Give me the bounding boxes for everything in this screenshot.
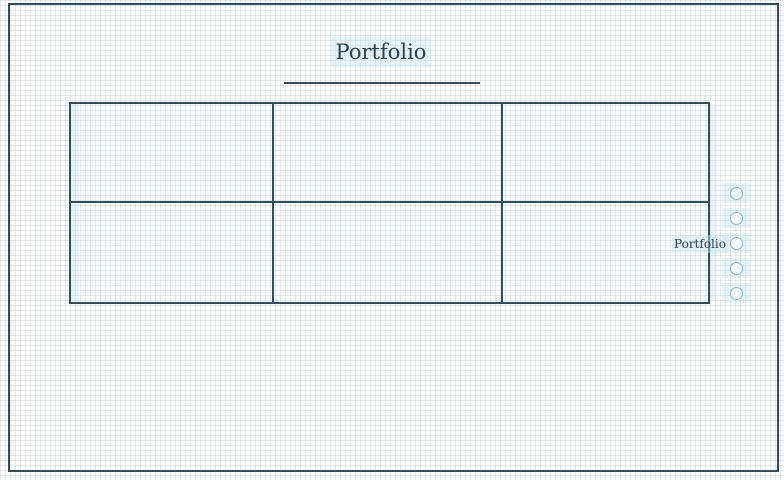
portfolio-cell[interactable] [274,203,503,302]
portfolio-cell[interactable] [71,104,274,203]
pager-dot-slot [722,183,750,203]
title-underline [284,82,480,84]
pager-dot[interactable] [729,286,743,300]
pager-dot[interactable] [729,261,743,275]
portfolio-cell[interactable] [503,104,708,203]
pager-dot-slot [722,258,750,278]
portfolio-cell[interactable] [71,203,274,302]
pager-label: Portfolio [672,235,728,253]
pager-dot[interactable] [729,236,743,250]
pager-dot[interactable] [729,211,743,225]
pager-dot-slot [722,283,750,303]
portfolio-grid [69,102,710,304]
pager-dot[interactable] [729,186,743,200]
portfolio-cell[interactable] [274,104,503,203]
page-title: Portfolio [331,37,431,67]
pager-dot-slot [722,208,750,228]
